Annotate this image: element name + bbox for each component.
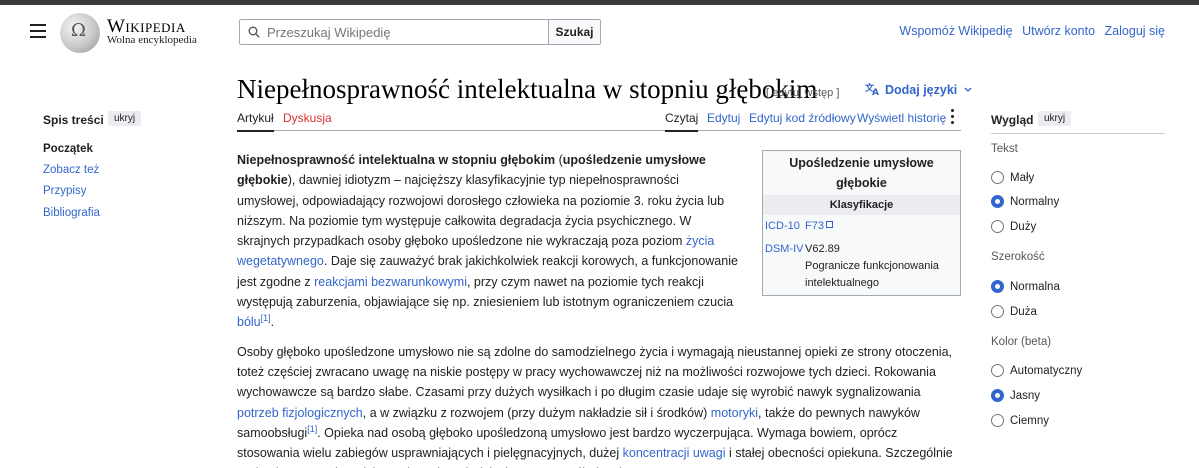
tab-edit-source[interactable]: Edytuj kod źródłowy — [749, 111, 856, 125]
color-automatic[interactable]: Automatyczny — [991, 364, 1082, 377]
appearance-divider — [991, 133, 1165, 134]
dsm-description: Pogranicze funkcjonowania intelektualneg… — [805, 260, 939, 289]
option-label: Duży — [1010, 221, 1037, 233]
radio-icon[interactable] — [991, 364, 1004, 377]
appearance-hide-button[interactable]: ukryj — [1038, 111, 1072, 126]
option-label: Mały — [1010, 172, 1035, 184]
search-button[interactable]: Szukaj — [548, 19, 601, 45]
text-span: ( — [555, 153, 563, 167]
reference-1[interactable]: [1] — [261, 313, 271, 323]
radio-icon[interactable] — [991, 414, 1004, 427]
more-options-icon[interactable] — [951, 109, 955, 127]
link-attention[interactable]: koncentracji uwagi — [623, 446, 726, 460]
tabs-divider — [237, 130, 961, 131]
width-wide[interactable]: Duża — [991, 305, 1037, 318]
text-size-large[interactable]: Duży — [991, 220, 1036, 233]
width-label: Szerokość — [991, 251, 1045, 263]
link-physiological-needs[interactable]: potrzeb fizjologicznych — [237, 406, 363, 420]
external-link-icon — [825, 221, 833, 228]
option-label: Jasny — [1010, 390, 1041, 402]
text-size-label: Tekst — [991, 143, 1018, 155]
toc-item-references[interactable]: Przypisy — [43, 185, 86, 197]
dsm-label-link[interactable]: DSM-IV — [765, 241, 805, 292]
donate-link[interactable]: Wspomóż Wikipedię — [899, 24, 1012, 38]
main-menu-icon[interactable] — [30, 24, 46, 38]
option-label: Normalna — [1010, 281, 1060, 293]
search-input[interactable] — [267, 23, 537, 41]
radio-icon[interactable] — [991, 171, 1004, 184]
paragraph-intro: Niepełnosprawność intelektualna w stopni… — [237, 150, 743, 333]
paragraph-care: Osoby głęboko upośledzone umysłowo nie s… — [237, 342, 961, 468]
add-languages-label: Dodaj języki — [885, 83, 958, 97]
user-links: Wspomóż Wikipedię Utwórz konto Zaloguj s… — [893, 24, 1165, 38]
bold-term: Niepełnosprawność intelektualna w stopni… — [237, 153, 556, 167]
icd-label-link[interactable]: ICD-10 — [765, 218, 805, 235]
option-label: Normalny — [1010, 196, 1060, 208]
tab-history[interactable]: Wyświetl historię — [857, 111, 946, 125]
text-span: . — [270, 315, 275, 330]
svg-text:A: A — [872, 88, 879, 96]
option-label: Automatyczny — [1010, 365, 1083, 377]
radio-checked-icon[interactable] — [991, 195, 1004, 208]
infobox-row-icd: ICD-10 F73 — [763, 215, 960, 238]
color-label: Kolor (beta) — [991, 336, 1052, 348]
tab-talk[interactable]: Dyskusja — [283, 111, 332, 125]
option-label: Duża — [1010, 306, 1037, 318]
text-size-small[interactable]: Mały — [991, 171, 1034, 184]
search-box[interactable] — [239, 19, 548, 45]
tagline: Wolna encyklopedia — [107, 34, 197, 46]
create-account-link[interactable]: Utwórz konto — [1022, 24, 1095, 38]
text-span: , a w związku z rozwojem (przy dużym nak… — [362, 405, 711, 420]
dsm-code: V62.89 — [805, 243, 840, 255]
toc-title: Spis treści — [43, 113, 104, 127]
toc-item-start[interactable]: Początek — [43, 143, 93, 155]
radio-icon[interactable] — [991, 305, 1004, 318]
search-icon — [248, 26, 260, 38]
toc-item-bibliography[interactable]: Bibliografia — [43, 207, 100, 219]
tab-edit[interactable]: Edytuj — [707, 111, 740, 125]
top-strip — [0, 0, 1199, 5]
infobox-title: Upośledzenie umysłowe głębokie — [789, 156, 934, 190]
width-normal[interactable]: Normalna — [991, 280, 1060, 293]
infobox-section-header: Klasyfikacje — [763, 195, 960, 215]
radio-icon[interactable] — [991, 220, 1004, 233]
toc-hide-button[interactable]: ukryj — [108, 111, 142, 126]
link-unconditioned-reflexes[interactable]: reakcjami bezwarunkowymi — [314, 275, 467, 289]
page-title: Niepełnosprawność intelektualna w stopni… — [237, 74, 818, 104]
text-span: ), dawniej idiotyzm – najcięższy klasyfi… — [237, 173, 725, 249]
text-size-normal[interactable]: Normalny — [991, 195, 1059, 208]
color-dark[interactable]: Ciemny — [991, 414, 1049, 427]
reference-1b[interactable]: [1] — [307, 424, 317, 434]
radio-checked-icon[interactable] — [991, 389, 1004, 402]
toc-item-see-also[interactable]: Zobacz też — [43, 164, 99, 176]
link-pain[interactable]: bólu — [237, 315, 261, 329]
icd-code-link[interactable]: F73 — [805, 220, 824, 232]
add-languages-button[interactable]: 文 A Dodaj języki — [865, 82, 972, 97]
edit-intro-link[interactable]: [ edytuj wstęp ] — [766, 87, 839, 99]
link-motor-skills[interactable]: motoryki — [711, 406, 758, 420]
color-light[interactable]: Jasny — [991, 389, 1040, 402]
login-link[interactable]: Zaloguj się — [1105, 24, 1165, 38]
option-label: Ciemny — [1010, 415, 1049, 427]
appearance-title: Wygląd — [991, 113, 1034, 127]
infobox-row-dsm: DSM-IV V62.89 Pogranicze funkcjonowania i… — [763, 238, 960, 295]
tab-read[interactable]: Czytaj — [665, 111, 699, 132]
language-icon: 文 A — [865, 82, 879, 96]
radio-checked-icon[interactable] — [991, 280, 1004, 293]
tab-article[interactable]: Artykuł — [237, 111, 274, 132]
text-span: Osoby głęboko upośledzone umysłowo nie s… — [237, 344, 953, 400]
chevron-down-icon — [964, 87, 972, 92]
infobox: Upośledzenie umysłowe głębokie Klasyfika… — [762, 150, 961, 296]
wikipedia-logo-icon[interactable] — [60, 13, 100, 53]
